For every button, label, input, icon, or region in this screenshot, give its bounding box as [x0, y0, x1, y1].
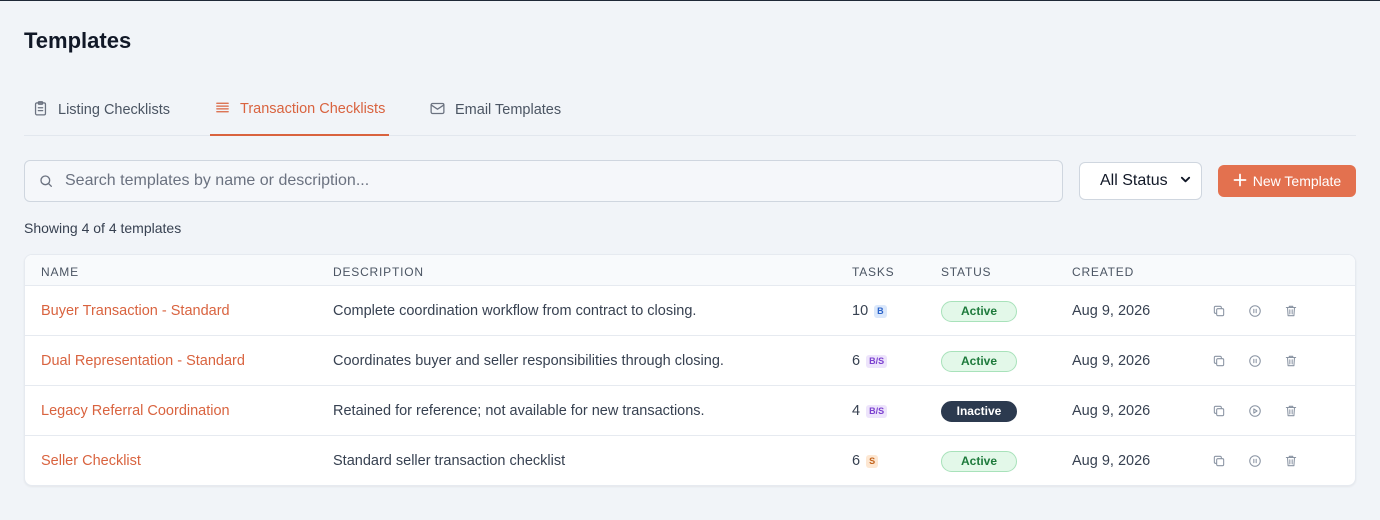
row-actions: [1211, 386, 1299, 436]
template-description: Coordinates buyer and seller responsibil…: [333, 353, 724, 369]
tab-label: Transaction Checklists: [240, 101, 386, 117]
status-badge: Active: [941, 450, 1017, 472]
delete-button[interactable]: [1283, 403, 1299, 419]
tab-label: Email Templates: [455, 102, 562, 118]
template-name-link[interactable]: Buyer Transaction - Standard: [41, 286, 230, 336]
plus-icon: [1233, 173, 1247, 190]
status-badge: Inactive: [941, 400, 1017, 422]
template-description: Standard seller transaction checklist: [333, 453, 566, 469]
row-actions: [1211, 336, 1299, 386]
search-input[interactable]: [25, 161, 1062, 201]
task-count: 6: [852, 453, 861, 469]
deactivate-button[interactable]: [1247, 453, 1263, 469]
mail-icon: [429, 100, 446, 121]
task-count: 4: [852, 403, 861, 419]
trash-icon: [1284, 304, 1298, 318]
table-row: Dual Representation - Standard Coordinate…: [25, 336, 1355, 386]
template-name-link[interactable]: Dual Representation - Standard: [41, 336, 245, 386]
table-row: Seller Checklist Standard seller transact…: [25, 436, 1355, 485]
status-cell: Active: [941, 336, 1017, 386]
duplicate-button[interactable]: [1211, 453, 1227, 469]
duplicate-button[interactable]: [1211, 403, 1227, 419]
status-cell: Inactive: [941, 386, 1017, 436]
pause-icon: [1248, 354, 1262, 368]
copy-icon: [1212, 404, 1226, 418]
task-count-cell: 6 B/S: [852, 336, 888, 386]
deactivate-button[interactable]: [1247, 303, 1263, 319]
status-cell: Active: [941, 286, 1017, 336]
side-badge: B/S: [866, 354, 888, 368]
status-badge: Active: [941, 300, 1017, 322]
status-filter-value: All Status: [1100, 172, 1168, 189]
table-row: Buyer Transaction - Standard Complete coo…: [25, 286, 1355, 336]
list-icon: [214, 99, 231, 120]
task-count-cell: 6S: [852, 436, 879, 485]
task-count-cell: 10 B: [852, 286, 887, 336]
header-status: STATUS: [941, 265, 992, 279]
tab-listing-checklists[interactable]: Listing Checklists: [32, 85, 170, 135]
status-cell: Active: [941, 436, 1017, 485]
task-count: 10: [852, 303, 869, 319]
copy-icon: [1212, 354, 1226, 368]
trash-icon: [1284, 454, 1298, 468]
delete-button[interactable]: [1283, 453, 1299, 469]
tab-email-templates[interactable]: Email Templates: [429, 85, 561, 135]
tab-label: Listing Checklists: [58, 102, 171, 118]
search-field: [24, 160, 1063, 202]
side-badge: B: [874, 304, 887, 318]
new-template-button[interactable]: New Template: [1218, 165, 1356, 197]
search-icon: [38, 173, 54, 189]
tab-transaction-checklists[interactable]: Transaction Checklists: [210, 85, 390, 136]
header-tasks: TASKS: [852, 265, 895, 279]
duplicate-button[interactable]: [1211, 303, 1227, 319]
header-created: CREATED: [1072, 265, 1135, 279]
template-description: Complete coordination workflow from cont…: [333, 303, 697, 319]
created-date: Aug 9, 2026: [1072, 403, 1151, 419]
template-description: Retained for reference; not available fo…: [333, 403, 705, 419]
pause-icon: [1248, 454, 1262, 468]
status-filter-select[interactable]: All Status: [1079, 162, 1202, 200]
copy-icon: [1212, 304, 1226, 318]
header-name: NAME: [41, 265, 79, 279]
results-count: Showing 4 of 4 templates: [24, 220, 182, 236]
table-row: Legacy Referral Coordination Retained for…: [25, 386, 1355, 436]
deactivate-button[interactable]: [1247, 353, 1263, 369]
template-name-link[interactable]: Seller Checklist: [41, 436, 141, 485]
activate-button[interactable]: [1247, 403, 1263, 419]
created-date: Aug 9, 2026: [1072, 453, 1151, 469]
trash-icon: [1284, 354, 1298, 368]
task-count-cell: 4 B/S: [852, 386, 888, 436]
status-badge: Active: [941, 350, 1017, 372]
play-icon: [1248, 404, 1262, 418]
side-badge: B/S: [866, 404, 888, 418]
chevron-down-icon: [1180, 172, 1191, 190]
row-actions: [1211, 436, 1299, 485]
table-header: NAME DESCRIPTION TASKS STATUS CREATED: [25, 255, 1355, 286]
delete-button[interactable]: [1283, 353, 1299, 369]
pause-icon: [1248, 304, 1262, 318]
duplicate-button[interactable]: [1211, 353, 1227, 369]
task-count: 6: [852, 353, 861, 369]
template-name-link[interactable]: Legacy Referral Coordination: [41, 386, 230, 436]
created-date: Aug 9, 2026: [1072, 303, 1151, 319]
trash-icon: [1284, 404, 1298, 418]
clipboard-icon: [32, 100, 49, 121]
created-date: Aug 9, 2026: [1072, 353, 1151, 369]
page-title: Templates: [24, 28, 132, 53]
side-badge: S: [866, 454, 879, 468]
row-actions: [1211, 286, 1299, 336]
templates-table: NAME DESCRIPTION TASKS STATUS CREATED Bu…: [24, 254, 1356, 486]
copy-icon: [1212, 454, 1226, 468]
tab-bar: Listing Checklists Transaction Checklist…: [24, 85, 1356, 136]
new-template-label: New Template: [1252, 173, 1342, 189]
header-description: DESCRIPTION: [333, 265, 424, 279]
delete-button[interactable]: [1283, 303, 1299, 319]
